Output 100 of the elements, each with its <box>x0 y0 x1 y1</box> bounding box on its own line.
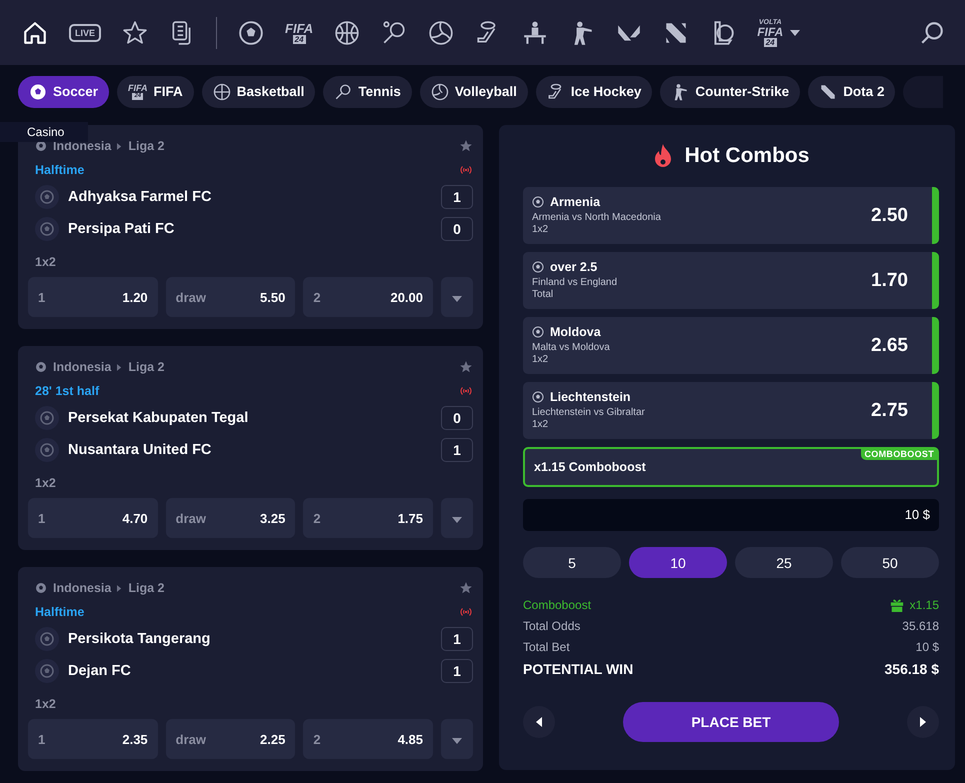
pick-odds: 2.75 <box>871 400 908 422</box>
basketball-icon <box>212 82 231 100</box>
volleyball-icon[interactable] <box>428 20 454 46</box>
globe-icon <box>35 140 47 152</box>
odds-button[interactable]: 2 1.75 <box>303 498 434 538</box>
match-name: Finland vs England <box>532 277 618 289</box>
comboboost-badge: COMBOBOOST <box>860 448 938 460</box>
sport-tab[interactable]: Basketball <box>202 76 316 108</box>
star-icon[interactable] <box>459 360 473 374</box>
soccer-ball-icon <box>29 82 47 100</box>
team-score: 0 <box>441 217 473 241</box>
star-icon[interactable] <box>459 581 473 595</box>
team-score: 1 <box>441 659 473 683</box>
sport-tab[interactable]: Volleyball <box>420 76 528 108</box>
odds-button[interactable]: 1 2.35 <box>28 719 158 759</box>
team-score: 1 <box>441 438 473 462</box>
market-label: 1x2 <box>35 697 57 711</box>
caret-icon <box>452 296 462 302</box>
odds-button[interactable]: 2 20.00 <box>303 277 434 317</box>
live-button[interactable]: LIVE <box>69 24 102 42</box>
team-score: 1 <box>441 627 473 651</box>
match-status: Halftime <box>35 605 84 619</box>
caret-icon[interactable] <box>790 30 800 36</box>
league-label: Liga 2 <box>128 139 164 153</box>
pick-name: Moldova <box>550 325 601 339</box>
fifa-logo[interactable]: FIFA 24 <box>285 22 314 44</box>
casino-tooltip: Casino <box>0 122 88 142</box>
team-logo-icon <box>35 217 59 241</box>
expand-button[interactable] <box>441 719 474 759</box>
combo-pick[interactable]: Moldova Malta vs Moldova 1x2 2.65 <box>523 317 939 374</box>
next-button[interactable] <box>907 706 939 738</box>
market-label: 1x2 <box>35 255 57 269</box>
caret-icon <box>452 738 462 744</box>
tennis-racket-icon[interactable] <box>381 20 408 46</box>
team-name: Nusantara United FC <box>68 442 212 458</box>
sport-tab[interactable]: Dota 2 <box>808 76 896 108</box>
soccer-ball-icon <box>532 196 544 208</box>
search-icon[interactable] <box>919 20 945 46</box>
summary-value: 10 $ <box>916 640 939 654</box>
globe-icon <box>35 582 47 594</box>
pick-odds: 2.65 <box>871 334 908 356</box>
tennis-racket-icon <box>334 82 352 100</box>
desk-figure-icon[interactable] <box>522 20 548 46</box>
combo-pick[interactable]: over 2.5 Finland vs England Total 1.70 <box>523 252 939 309</box>
odds-button[interactable]: draw 2.25 <box>166 719 296 759</box>
amount-button[interactable]: 5 <box>523 547 621 578</box>
team-name: Dejan FC <box>68 663 131 679</box>
expand-button[interactable] <box>441 498 474 538</box>
place-bet-button[interactable]: PLACE BET <box>623 702 839 742</box>
chevron-icon <box>117 364 122 370</box>
previous-button[interactable] <box>523 706 555 738</box>
summary-label: Total Bet <box>523 640 570 654</box>
pick-name: Liechtenstein <box>550 390 631 404</box>
team-score: 0 <box>441 406 473 430</box>
odds-button[interactable]: 1 4.70 <box>28 498 158 538</box>
stake-field[interactable]: 10 $ <box>523 499 939 531</box>
odds-button[interactable]: draw 3.25 <box>166 498 296 538</box>
gift-icon <box>890 598 904 612</box>
combo-pick[interactable]: Armenia Armenia vs North Macedonia 1x2 2.50 <box>523 187 939 244</box>
sport-tab[interactable]: Tennis <box>323 76 412 108</box>
combo-pick[interactable]: Liechtenstein Liechtenstein vs Gibraltar 1x2 2.75 <box>523 382 939 439</box>
soccer-ball-icon[interactable] <box>238 20 264 46</box>
pick-odds: 1.70 <box>871 270 908 292</box>
chevron-icon <box>117 584 122 592</box>
summary-value: 35.618 <box>902 618 939 632</box>
odds-button[interactable]: draw 5.50 <box>166 277 296 317</box>
team-logo-icon <box>35 406 59 430</box>
volleyball-icon <box>430 82 449 100</box>
basketball-icon[interactable] <box>334 20 360 46</box>
expand-button[interactable] <box>441 277 474 317</box>
panel-title: Hot Combos <box>684 144 810 168</box>
pick-name: Armenia <box>550 195 600 209</box>
amount-button[interactable]: 25 <box>735 547 833 578</box>
comboboost-text: x1.15 Comboboost <box>534 460 646 474</box>
league-label: Liga 2 <box>128 581 164 595</box>
summary-value: x1.15 <box>910 598 939 612</box>
market-label: 1x2 <box>532 419 550 431</box>
sport-tab[interactable]: Ice Hockey <box>536 76 652 108</box>
market-label: Total <box>532 289 554 301</box>
odds-button[interactable]: 2 4.85 <box>303 719 434 759</box>
match-status: Halftime <box>35 163 84 177</box>
sport-tab[interactable]: Soccer <box>18 76 110 108</box>
amount-button[interactable]: 10 <box>629 547 727 578</box>
amount-button[interactable]: 50 <box>841 547 939 578</box>
star-icon[interactable] <box>122 20 148 46</box>
right-triangle-icon <box>920 716 926 726</box>
match-name: Armenia vs North Macedonia <box>532 212 662 224</box>
globe-icon <box>35 361 47 373</box>
odds-button[interactable]: 1 1.20 <box>28 277 158 317</box>
caret-icon <box>452 516 462 522</box>
match-status: 28' 1st half <box>35 384 100 398</box>
summary-label: Comboboost <box>523 598 592 612</box>
country-label: Indonesia <box>53 360 112 374</box>
market-label: 1x2 <box>532 224 550 236</box>
star-icon[interactable] <box>459 139 473 153</box>
sport-tab[interactable]: Counter-Strike <box>660 76 800 108</box>
home-icon[interactable] <box>22 20 48 46</box>
soccer-ball-icon <box>532 261 544 273</box>
market-label: 1x2 <box>35 476 57 490</box>
soccer-ball-icon <box>532 391 544 403</box>
